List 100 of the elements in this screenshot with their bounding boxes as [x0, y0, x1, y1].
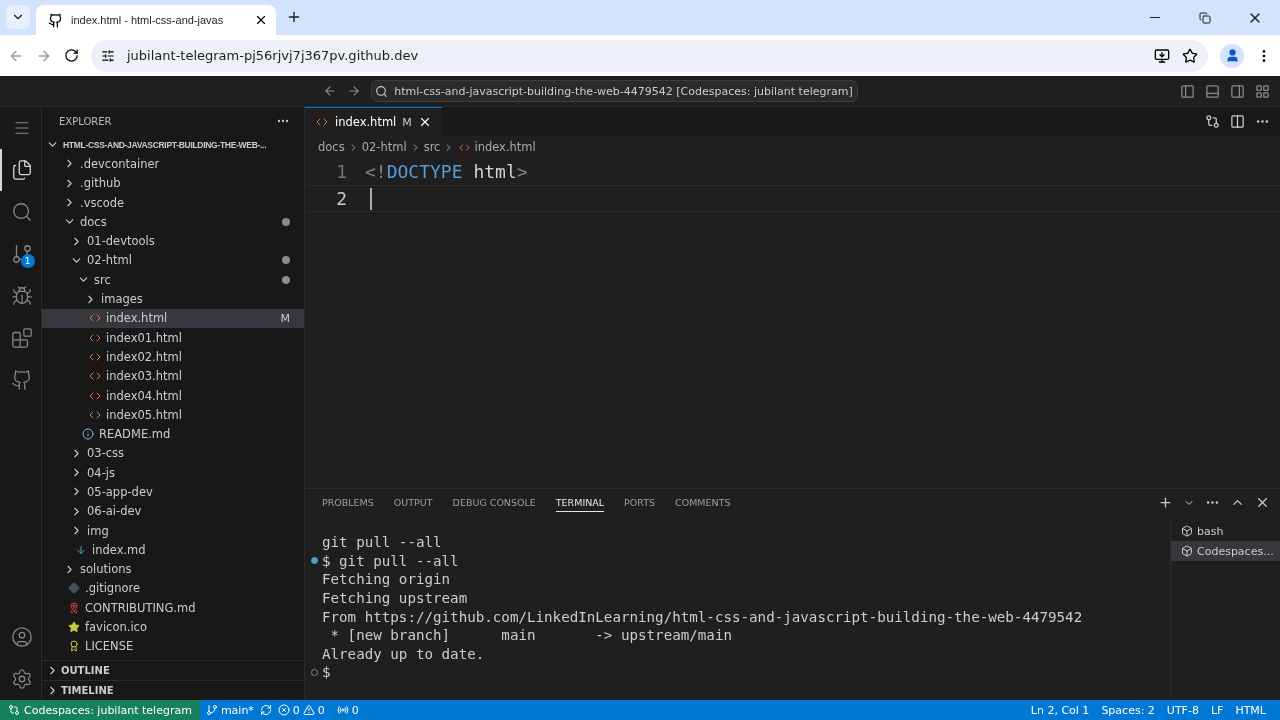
toggle-secondary-sidebar-icon[interactable]	[1230, 83, 1245, 99]
breadcrumb-item[interactable]: index.html	[474, 140, 536, 154]
terminal-line: Fetching upstream	[322, 590, 468, 607]
panel-tab[interactable]: COMMENTS	[675, 493, 731, 512]
file-item[interactable]: CONTRIBUTING.md	[42, 598, 304, 618]
workspace-root[interactable]: HTML-CSS-AND-JAVASCRIPT-BUILDING-THE-WEB-...	[42, 135, 304, 155]
remote-indicator[interactable]: Codespaces: jubilant telegram	[0, 700, 200, 720]
folder-item[interactable]: 05-app-dev	[42, 482, 304, 502]
warning-count[interactable]: 0	[317, 703, 325, 717]
file-item[interactable]: favicon.ico	[42, 617, 304, 637]
error-icon	[277, 704, 290, 716]
folder-item[interactable]: docs	[42, 212, 304, 232]
status-item[interactable]: Ln 2, Col 1	[1024, 703, 1096, 717]
file-item[interactable]: index05.html	[42, 405, 304, 425]
cube-icon	[1181, 525, 1193, 537]
folder-item[interactable]: images	[42, 289, 304, 309]
folder-item[interactable]: img	[42, 520, 304, 541]
terminal-item[interactable]: Codespaces...	[1171, 541, 1280, 561]
terminal-item[interactable]: bash	[1171, 521, 1280, 541]
folder-item[interactable]: .github	[42, 173, 304, 193]
code-icon	[316, 116, 328, 128]
file-item[interactable]: index03.html	[42, 366, 304, 386]
terminal-line: git pull --all	[322, 534, 442, 551]
install-app-icon[interactable]	[1154, 47, 1170, 64]
folder-item[interactable]: .vscode	[42, 192, 304, 213]
terminal-line: * [new branch] main -> upstream/main	[329, 627, 732, 644]
cube-icon	[1181, 545, 1193, 557]
panel-tab[interactable]: DEBUG CONSOLE	[452, 493, 536, 512]
breadcrumb-item[interactable]: docs	[318, 140, 345, 154]
toggle-sidebar-icon[interactable]	[1180, 83, 1195, 99]
breadcrumb-item[interactable]: 02-html	[361, 140, 407, 154]
address-bar[interactable]: jubilant-telegram-pj56rjvj7j367pv.github.dev	[91, 39, 1208, 72]
folder-item[interactable]: 02-html	[42, 250, 304, 271]
reload-icon[interactable]	[64, 48, 79, 63]
bookmark-icon[interactable]	[1182, 47, 1198, 64]
panel-tab[interactable]: PROBLEMS	[322, 493, 374, 512]
terminal-line: Already up to date.	[322, 645, 485, 662]
close-icon[interactable]	[1255, 495, 1270, 510]
file-item[interactable]: index04.html	[42, 385, 304, 406]
layout-icon[interactable]	[1255, 83, 1270, 99]
compare-icon[interactable]	[1205, 114, 1220, 129]
search-icon	[375, 84, 389, 98]
terminal-line: $ git pull --all	[322, 552, 459, 569]
folder-item[interactable]: 01-devtools	[42, 231, 304, 251]
toggle-panel-icon[interactable]	[1205, 83, 1220, 99]
terminal-line: From https://github.com/LinkedInLearning/html-css-and-javascript-building-the-web-4479542	[322, 608, 1083, 625]
error-count[interactable]: 0	[292, 703, 300, 717]
folder-item[interactable]: src	[42, 270, 304, 290]
minimize-icon	[1150, 17, 1160, 18]
person-icon	[10, 626, 33, 648]
status-item[interactable]: HTML	[1229, 703, 1272, 717]
split-editor-icon[interactable]	[1230, 114, 1245, 129]
file-item[interactable]: index.md	[42, 540, 304, 560]
file-item[interactable]: .gitignore	[42, 578, 304, 599]
activity-button[interactable]: 1	[0, 233, 42, 275]
panel-tab[interactable]: PORTS	[624, 493, 656, 512]
modified-label: M	[402, 115, 412, 129]
file-item[interactable]: README.md	[42, 424, 304, 444]
sync-icon[interactable]	[259, 704, 272, 716]
new-terminal-icon[interactable]	[1158, 495, 1173, 510]
panel-tab[interactable]: OUTPUT	[393, 493, 433, 512]
profile-avatar[interactable]	[1220, 43, 1244, 68]
status-item[interactable]: UTF-8	[1160, 703, 1205, 717]
folder-item[interactable]: 06-ai-dev	[42, 501, 304, 521]
github-icon	[10, 369, 33, 391]
github-icon	[48, 12, 63, 28]
ports-count[interactable]: 0	[351, 703, 359, 717]
folder-item[interactable]: 04-js	[42, 463, 304, 483]
file-item[interactable]: index01.html	[42, 327, 304, 348]
code-icon	[458, 141, 470, 153]
forward-icon[interactable]	[346, 84, 361, 98]
folder-item[interactable]: solutions	[42, 559, 304, 579]
menu-icon	[12, 119, 31, 137]
folder-item[interactable]: 03-css	[42, 443, 304, 464]
person-icon	[1224, 48, 1240, 63]
command-center[interactable]: html-css-and-javascript-building-the-web-4479542 [Codespaces: jubilant telegram]	[370, 80, 858, 102]
remote-icon	[8, 704, 20, 716]
folder-item[interactable]: .devcontainer	[42, 154, 304, 174]
browser-tab[interactable]: index.html - html-css-and-javas	[36, 5, 276, 35]
close-icon[interactable]	[254, 13, 268, 27]
status-item[interactable]: Spaces: 2	[1095, 703, 1161, 717]
tab-list-button[interactable]	[6, 5, 30, 29]
site-settings-icon[interactable]	[101, 48, 115, 63]
files-icon	[10, 159, 33, 181]
command-center-text: html-css-and-javascript-building-the-web-4479542 [Codespaces: jubilant telegram]	[394, 84, 853, 98]
arrow-down-icon	[75, 543, 87, 556]
panel-tab[interactable]: TERMINAL	[555, 493, 605, 512]
tab-title: index.html - html-css-and-javas	[71, 14, 225, 26]
sidebar-title: EXPLORER	[59, 115, 112, 127]
file-item[interactable]: LICENSE	[42, 636, 304, 656]
file-item[interactable]: index02.html	[42, 347, 304, 367]
section-header[interactable]: OUTLINE	[42, 660, 304, 680]
branch-label[interactable]: main*	[220, 703, 254, 717]
breadcrumb-item[interactable]: src	[423, 140, 441, 154]
line-number: 2	[335, 188, 348, 209]
back-icon[interactable]	[322, 84, 337, 98]
bug-icon	[10, 285, 33, 307]
editor-tab[interactable]: index.html M	[305, 107, 442, 136]
file-item[interactable]: index.html M	[42, 308, 304, 328]
status-item[interactable]: LF	[1204, 703, 1230, 717]
